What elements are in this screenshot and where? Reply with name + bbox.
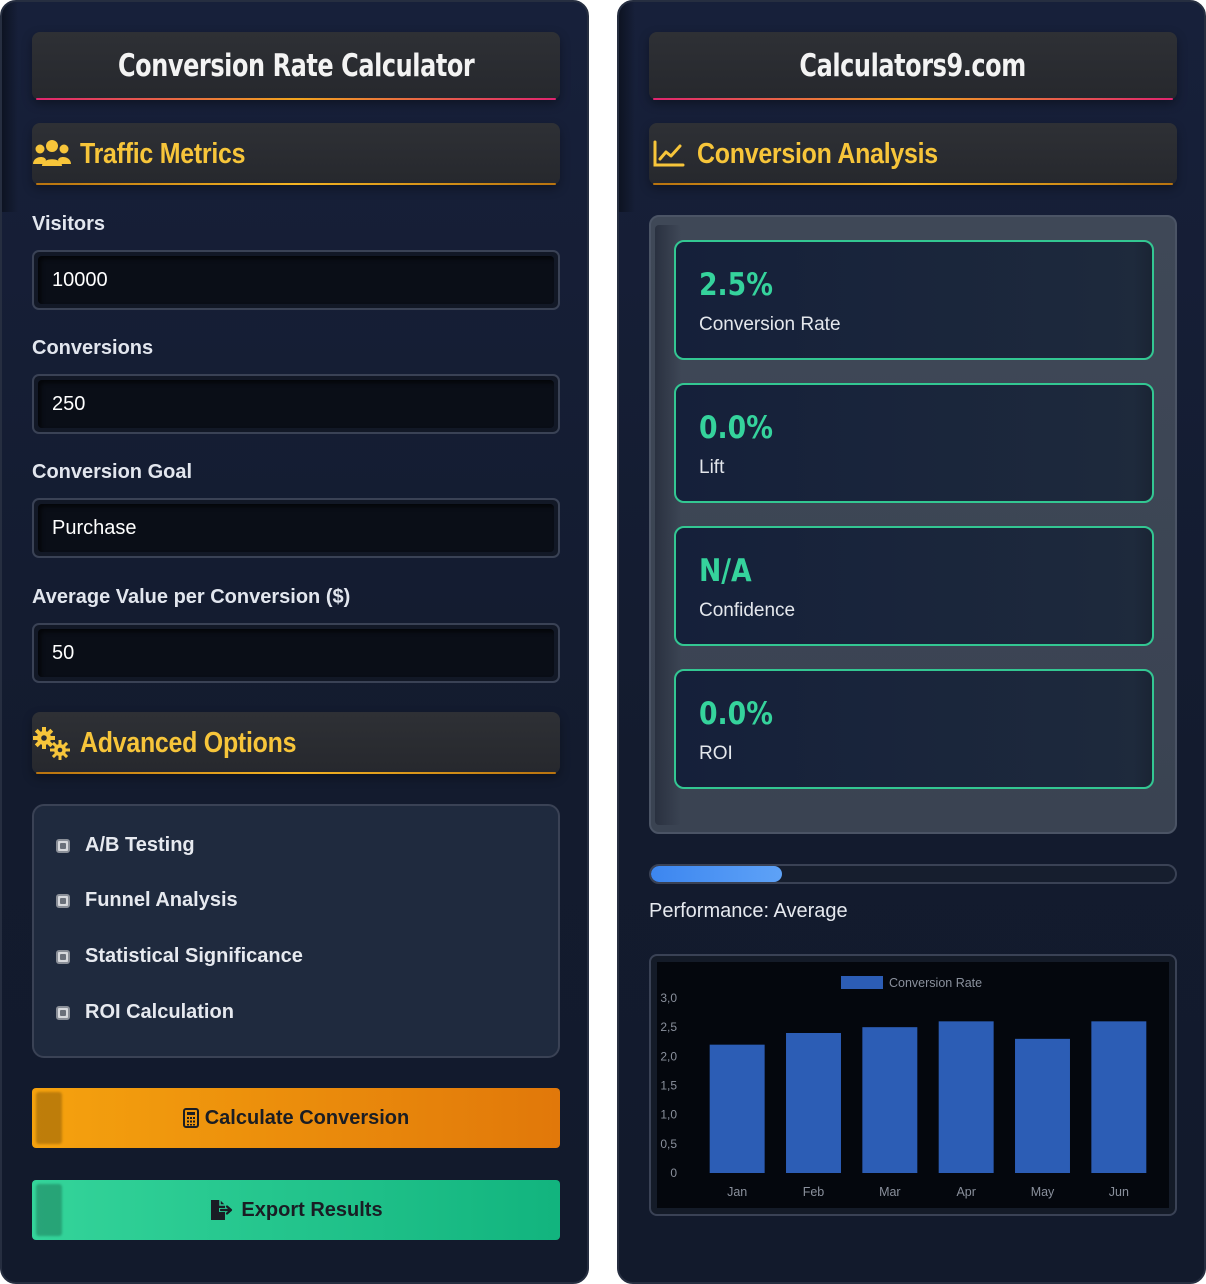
x-tick-label: Feb	[803, 1185, 825, 1199]
x-tick-label: Jan	[727, 1185, 747, 1199]
y-tick-label: 3,0	[660, 991, 677, 1005]
conversion-goal-label: Conversion Goal	[32, 461, 193, 483]
option-label: A/B Testing	[85, 834, 195, 856]
funnel-analysis-checkbox[interactable]	[56, 893, 70, 908]
conversions-input[interactable]	[38, 380, 554, 428]
legend-label: Conversion Rate	[889, 976, 982, 990]
option-label: ROI Calculation	[85, 1001, 234, 1023]
roi-label: ROI	[699, 743, 733, 764]
calculator-icon	[182, 1108, 199, 1128]
export-results-label: Export Results	[241, 1198, 383, 1221]
conversion-goal-input[interactable]	[38, 504, 554, 552]
stats-container: 2.5% Conversion Rate 0.0% Lift N/A Confi…	[649, 215, 1177, 834]
visitors-field-wrapper	[32, 250, 560, 310]
y-tick-label: 0	[670, 1166, 677, 1180]
lift-value: 0.0%	[699, 410, 773, 446]
statistical-significance-checkbox[interactable]	[56, 949, 70, 964]
confidence-card: N/A Confidence	[674, 526, 1154, 646]
roi-card: 0.0% ROI	[674, 669, 1154, 789]
calculator-panel: Conversion Rate Calculator Traffic Metri…	[0, 0, 589, 1284]
average-value-input[interactable]	[38, 629, 554, 677]
x-tick-label: May	[1031, 1185, 1055, 1199]
option-roi-calculation[interactable]: ROI Calculation	[56, 1001, 234, 1024]
chart-canvas: Conversion Rate 0 0,5 1,0 1,5 2,0 2,5 3,0 Jan Feb…	[657, 962, 1169, 1208]
users-icon	[32, 136, 72, 172]
visitors-input[interactable]	[38, 256, 554, 304]
conversion-analysis-header: Conversion Analysis	[649, 123, 1177, 185]
file-export-icon	[209, 1199, 235, 1221]
roi-calculation-checkbox[interactable]	[56, 1005, 70, 1020]
option-label: Statistical Significance	[85, 945, 303, 967]
conversions-field-wrapper	[32, 374, 560, 434]
visitors-label: Visitors	[32, 213, 105, 235]
lift-label: Lift	[699, 457, 725, 478]
y-tick-label: 2,0	[660, 1049, 677, 1063]
site-title-bar: Calculators9.com	[649, 32, 1177, 100]
calculate-conversion-label: Calculate Conversion	[204, 1106, 410, 1129]
chart-bar	[1015, 1038, 1070, 1173]
performance-text: Performance: Average	[649, 900, 848, 922]
option-statistical-significance[interactable]: Statistical Significance	[56, 945, 303, 968]
conversion-chart: Conversion Rate 0 0,5 1,0 1,5 2,0 2,5 3,0 Jan Feb…	[649, 954, 1177, 1216]
x-tick-label: Apr	[956, 1185, 975, 1199]
conversion-rate-bar-chart: Conversion Rate 0 0,5 1,0 1,5 2,0 2,5 3,0 Jan Feb…	[660, 976, 1147, 1199]
calculator-title: Conversion Rate Calculator	[117, 48, 475, 84]
results-panel: Calculators9.com Conversion Analysis 2.5…	[617, 0, 1206, 1284]
legend-swatch	[841, 976, 883, 989]
chart-bar	[862, 1027, 918, 1173]
site-title: Calculators9.com	[799, 48, 1027, 84]
y-tick-label: 0,5	[660, 1137, 677, 1151]
chart-bar	[786, 1033, 841, 1173]
chart-bar	[938, 1021, 994, 1173]
option-ab-testing[interactable]: A/B Testing	[56, 834, 195, 857]
calculator-title-bar: Conversion Rate Calculator	[32, 32, 560, 100]
average-value-field-wrapper	[32, 623, 560, 683]
traffic-metrics-title: Traffic Metrics	[80, 137, 246, 170]
gears-icon	[32, 725, 72, 761]
export-results-button[interactable]: Export Results	[32, 1180, 560, 1240]
y-tick-label: 1,5	[660, 1079, 677, 1093]
conversions-label: Conversions	[32, 337, 154, 359]
line-chart-icon	[649, 136, 689, 172]
average-value-label: Average Value per Conversion ($)	[32, 586, 351, 608]
conversion-rate-value: 2.5%	[699, 267, 773, 303]
advanced-options-header: Advanced Options	[32, 712, 560, 774]
conversion-goal-field-wrapper	[32, 498, 560, 558]
option-label: Funnel Analysis	[85, 889, 238, 911]
advanced-options-list: A/B Testing Funnel Analysis Statistical …	[32, 804, 560, 1058]
y-tick-label: 1,0	[660, 1108, 677, 1122]
advanced-options-title: Advanced Options	[80, 726, 297, 759]
chart-bar	[1091, 1021, 1147, 1173]
ab-testing-checkbox[interactable]	[56, 838, 70, 853]
conversion-rate-label: Conversion Rate	[699, 314, 841, 335]
confidence-value: N/A	[699, 553, 752, 589]
roi-value: 0.0%	[699, 696, 773, 732]
performance-progress-fill	[651, 866, 782, 882]
chart-bar	[709, 1044, 765, 1173]
conversion-analysis-title: Conversion Analysis	[697, 137, 938, 170]
x-tick-label: Jun	[1109, 1185, 1129, 1199]
conversion-rate-card: 2.5% Conversion Rate	[674, 240, 1154, 360]
confidence-label: Confidence	[699, 600, 796, 621]
traffic-metrics-header: Traffic Metrics	[32, 123, 560, 185]
x-tick-label: Mar	[879, 1185, 901, 1199]
y-tick-label: 2,5	[660, 1020, 677, 1034]
lift-card: 0.0% Lift	[674, 383, 1154, 503]
option-funnel-analysis[interactable]: Funnel Analysis	[56, 889, 238, 912]
calculate-conversion-button[interactable]: Calculate Conversion	[32, 1088, 560, 1148]
performance-progress-bar	[649, 864, 1177, 884]
